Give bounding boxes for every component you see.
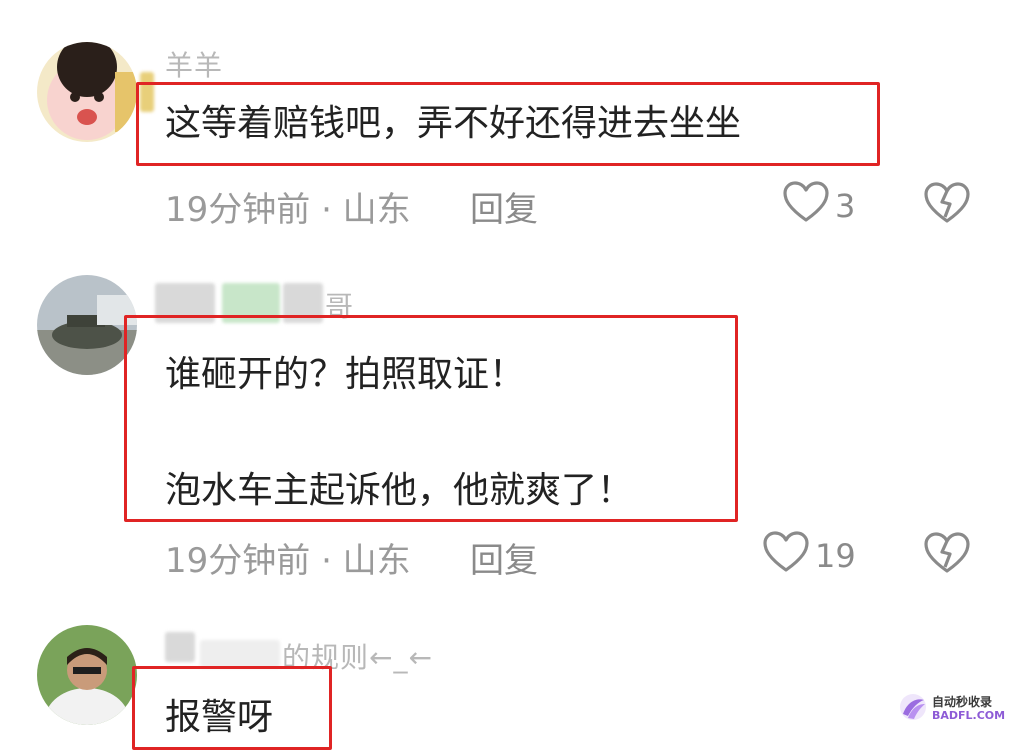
watermark-text-cn: 自动秒收录: [932, 695, 993, 709]
comment-line: 报警呀: [165, 697, 274, 738]
avatar[interactable]: [37, 625, 137, 725]
watermark-logo-icon: [898, 692, 928, 726]
username-blur: [200, 640, 280, 668]
username-blur: [165, 632, 195, 662]
comment-item: 的规则←_← 报警呀: [0, 0, 1021, 751]
comment-text: 报警呀: [165, 694, 273, 742]
watermark: 自动秒收录 BADFL.COM: [898, 692, 1005, 726]
watermark-text-en: BADFL.COM: [932, 709, 1006, 722]
